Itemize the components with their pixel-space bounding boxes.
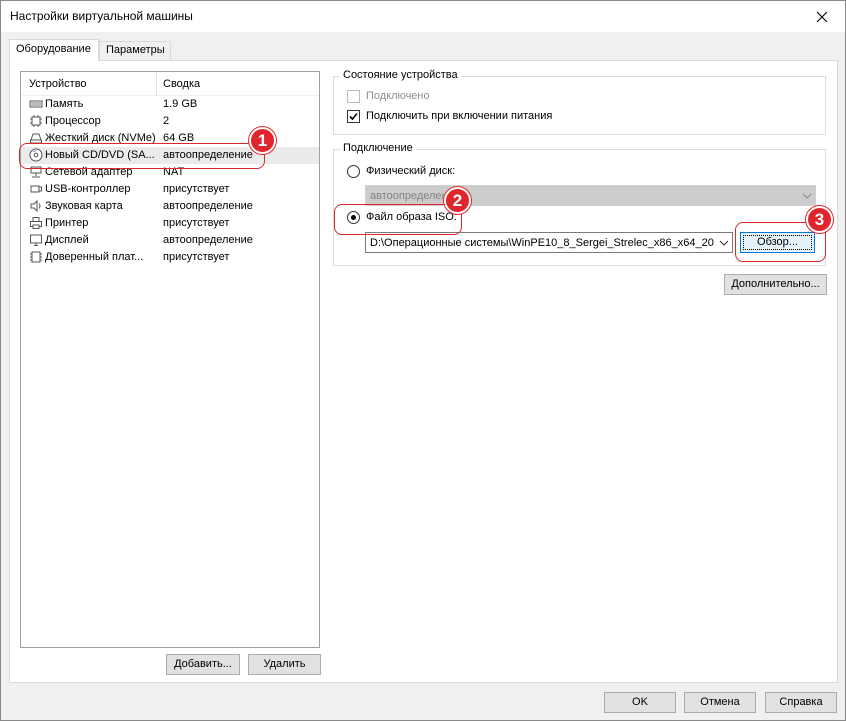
cancel-button[interactable]: Отмена [684, 692, 756, 713]
connection-title: Подключение [340, 142, 416, 154]
iso-path-combobox[interactable]: D:\Операционные системы\WinPE10_8_Sergei… [365, 232, 733, 253]
display-icon [29, 233, 43, 247]
tab-hardware[interactable]: Оборудование [9, 39, 99, 61]
close-icon [816, 11, 828, 22]
connect-at-power-on-checkbox[interactable] [347, 110, 360, 123]
device-row-memory[interactable]: Память 1.9 GB [21, 96, 319, 113]
device-row-sound[interactable]: Звуковая карта автоопределение [21, 198, 319, 215]
annotation-ring-1 [19, 143, 265, 169]
annotation-badge-1: 1 [249, 127, 276, 154]
device-row-printer[interactable]: Принтер присутствует [21, 215, 319, 232]
column-divider[interactable] [156, 72, 157, 96]
ok-button[interactable]: OK [604, 692, 676, 713]
iso-path-value: D:\Операционные системы\WinPE10_8_Sergei… [370, 237, 714, 249]
title-bar: Настройки виртуальной машины [1, 1, 845, 32]
trusted-platform-icon [29, 250, 43, 264]
connected-checkbox[interactable] [347, 90, 360, 103]
device-status-group: Состояние устройства Подключено Подключи… [333, 69, 826, 135]
physical-disk-radio[interactable] [347, 165, 360, 178]
help-button[interactable]: Справка [765, 692, 837, 713]
annotation-ring-2 [334, 204, 462, 235]
memory-icon [29, 97, 43, 111]
device-summary: присутствует [163, 183, 230, 195]
add-device-button[interactable]: Добавить... [166, 654, 240, 675]
chevron-down-icon [802, 193, 812, 199]
device-name: Дисплей [45, 234, 89, 246]
annotation-badge-3: 3 [806, 206, 833, 233]
device-row-processor[interactable]: Процессор 2 [21, 113, 319, 130]
device-summary: 2 [163, 115, 170, 127]
physical-disk-select[interactable]: автоопределение [365, 185, 816, 206]
device-row-usb[interactable]: USB-контроллер присутствует [21, 181, 319, 198]
tab-options[interactable]: Параметры [99, 41, 171, 60]
device-name: USB-контроллер [45, 183, 131, 195]
device-name: Принтер [45, 217, 89, 229]
physical-disk-label: Физический диск: [366, 165, 456, 177]
sound-card-icon [29, 199, 43, 213]
settings-window: Настройки виртуальной машины Оборудовани… [0, 0, 846, 721]
column-header-device[interactable]: Устройство [29, 78, 87, 90]
device-summary: автоопределение [163, 200, 253, 212]
device-name: Память [45, 98, 84, 110]
annotation-badge-2: 2 [444, 187, 471, 214]
device-list-header: Устройство Сводка [21, 72, 319, 96]
device-row-display[interactable]: Дисплей автоопределение [21, 232, 319, 249]
usb-icon [29, 182, 43, 196]
column-header-summary[interactable]: Сводка [163, 78, 200, 90]
remove-device-button[interactable]: Удалить [248, 654, 321, 675]
device-name: Звуковая карта [45, 200, 123, 212]
device-name: Процессор [45, 115, 101, 127]
printer-icon [29, 216, 43, 230]
device-name: Доверенный плат... [45, 251, 144, 263]
window-title: Настройки виртуальной машины [10, 9, 193, 23]
checkmark-icon [349, 112, 358, 121]
connected-label: Подключено [366, 90, 430, 102]
device-summary: присутствует [163, 251, 230, 263]
advanced-button[interactable]: Дополнительно... [724, 274, 827, 295]
device-summary: присутствует [163, 217, 230, 229]
chevron-down-icon [719, 240, 729, 246]
connect-at-power-on-label: Подключить при включении питания [366, 110, 553, 122]
close-button[interactable] [799, 1, 845, 32]
device-status-title: Состояние устройства [340, 69, 461, 81]
device-row-trusted-platform[interactable]: Доверенный плат... присутствует [21, 249, 319, 266]
processor-icon [29, 114, 43, 128]
device-summary: автоопределение [163, 234, 253, 246]
device-summary: 1.9 GB [163, 98, 198, 110]
